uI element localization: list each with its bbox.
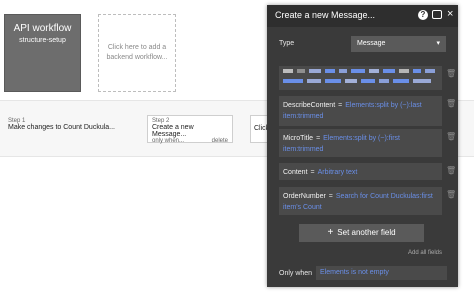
equals-sign: = — [338, 102, 343, 109]
step-1[interactable]: Step 1 Make changes to Count Duckula... — [8, 118, 115, 131]
obscured-field-row[interactable] — [279, 66, 442, 90]
field-name: MicroTitle — [283, 135, 314, 142]
trash-icon[interactable]: 🗑 — [446, 99, 456, 109]
equals-sign: = — [310, 169, 315, 176]
add-backend-workflow-placeholder[interactable]: Click here to add a backend workflow... — [98, 14, 176, 92]
type-dropdown[interactable]: Message ▾ — [351, 36, 446, 52]
comment-icon[interactable] — [432, 10, 442, 19]
placeholder-text: Click here to add a backend workflow... — [106, 44, 168, 61]
workflow-card-title: API workflow — [13, 23, 72, 34]
field-expression[interactable]: Arbitrary text — [318, 169, 358, 176]
api-workflow-card[interactable]: API workflow structure-setup — [4, 14, 81, 92]
field-content[interactable]: Content = Arbitrary text — [279, 163, 442, 180]
equals-sign: = — [316, 135, 321, 142]
step-2-delete[interactable]: delete — [212, 138, 228, 144]
equals-sign: = — [328, 193, 333, 200]
type-value: Message — [357, 40, 386, 47]
step-2-text: Create a new Message... — [152, 124, 194, 138]
field-describecontent[interactable]: DescribeContent = Elements:split by (~):la… — [279, 96, 442, 126]
type-label: Type — [279, 40, 295, 47]
step-2-only-when[interactable]: only when... — [152, 138, 184, 144]
only-when-condition[interactable]: Elements is not empty — [316, 266, 447, 280]
close-icon[interactable]: × — [447, 8, 453, 20]
field-name: Content — [283, 169, 308, 176]
step-1-text: Make changes to Count Duckula... — [8, 124, 116, 131]
plus-icon: + — [327, 227, 334, 238]
step-2[interactable]: Step 2 Create a new Message... only when… — [147, 115, 233, 144]
trash-icon[interactable]: 🗑 — [446, 190, 456, 200]
add-all-fields-link[interactable]: Add all fields — [408, 250, 442, 256]
trash-icon[interactable]: 🗑 — [446, 69, 456, 79]
field-microtitle[interactable]: MicroTitle = Elements:split by (~):first i… — [279, 129, 442, 157]
field-name: DescribeContent — [283, 102, 336, 109]
workflow-card-subtitle: structure-setup — [19, 37, 66, 44]
set-another-field-button[interactable]: + Set another field — [299, 224, 424, 242]
trash-icon[interactable]: 🗑 — [446, 132, 456, 142]
panel-title: Create a new Message... — [275, 10, 376, 20]
field-name: OrderNumber — [283, 193, 326, 200]
help-icon[interactable]: ? — [418, 10, 428, 20]
trash-icon[interactable]: 🗑 — [446, 166, 456, 176]
field-ordernumber[interactable]: OrderNumber = Search for Count Duckulas:fi… — [279, 187, 442, 215]
set-another-field-label: Set another field — [337, 228, 396, 237]
only-when-label: Only when — [279, 270, 313, 277]
chevron-down-icon: ▾ — [436, 40, 440, 47]
